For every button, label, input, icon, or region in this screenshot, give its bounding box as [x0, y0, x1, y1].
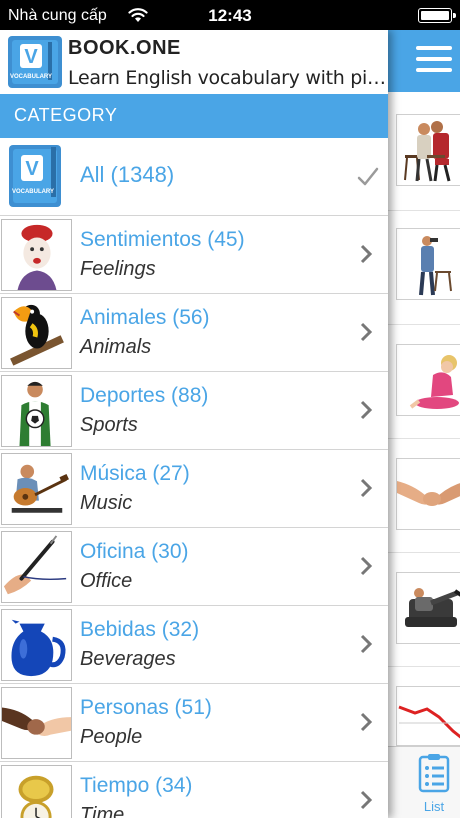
- chevron-right-icon: [360, 634, 373, 654]
- category-row-people[interactable]: Personas (51) People: [0, 684, 388, 762]
- category-subtitle: Music: [80, 492, 133, 514]
- category-subtitle: Time: [80, 804, 125, 818]
- chevron-right-icon: [360, 790, 373, 810]
- word-image-man-relaxing[interactable]: [396, 572, 460, 644]
- feelings-thumbnail: [1, 219, 72, 291]
- chevron-right-icon: [360, 478, 373, 498]
- battery-icon: [418, 8, 456, 23]
- status-time: 12:43: [208, 6, 252, 25]
- category-subtitle: Animals: [80, 336, 152, 358]
- people-thumbnail: [1, 687, 72, 759]
- app-name: BOOK.ONE: [68, 37, 181, 59]
- category-row-feelings[interactable]: Sentimientos (45) Feelings: [0, 216, 388, 294]
- chevron-right-icon: [360, 712, 373, 732]
- category-title: Oficina (30): [80, 540, 189, 563]
- row-divider: [388, 324, 460, 325]
- category-title: Animales (56): [80, 306, 210, 329]
- word-image-man-binoculars[interactable]: [396, 228, 460, 300]
- category-subtitle: Feelings: [80, 258, 156, 280]
- chevron-right-icon: [360, 556, 373, 576]
- time-thumbnail: [1, 765, 72, 818]
- music-thumbnail: [1, 453, 72, 525]
- category-header-label: CATEGORY: [14, 105, 118, 125]
- category-subtitle: Office: [80, 570, 133, 592]
- svg-text:V: V: [25, 158, 39, 180]
- app-header: V VOCABULARY BOOK.ONE Learn English voca…: [0, 30, 388, 94]
- sports-thumbnail: [1, 375, 72, 447]
- hamburger-menu-icon[interactable]: [416, 46, 452, 74]
- svg-text:V: V: [24, 46, 38, 68]
- category-subtitle: Sports: [80, 414, 138, 436]
- category-title: Sentimientos (45): [80, 228, 245, 251]
- chevron-right-icon: [360, 322, 373, 342]
- svg-text:VOCABULARY: VOCABULARY: [10, 74, 52, 80]
- office-thumbnail: [1, 531, 72, 603]
- word-image-chart[interactable]: [396, 686, 460, 746]
- main-panel: List: [388, 30, 460, 818]
- category-all-label: All (1348): [80, 162, 175, 187]
- category-row-office[interactable]: Oficina (30) Office: [0, 528, 388, 606]
- category-title: Deportes (88): [80, 384, 209, 407]
- tab-list-label[interactable]: List: [412, 799, 456, 814]
- app-logo-icon: V VOCABULARY: [8, 36, 62, 88]
- category-subtitle: Beverages: [80, 648, 176, 670]
- category-row-beverages[interactable]: Bebidas (32) Beverages: [0, 606, 388, 684]
- category-row-animals[interactable]: Animales (56) Animals: [0, 294, 388, 372]
- category-title: Música (27): [80, 462, 190, 485]
- all-vocabulary-icon: V VOCABULARY: [9, 143, 67, 209]
- beverages-thumbnail: [1, 609, 72, 681]
- row-divider: [388, 210, 460, 211]
- svg-text:VOCABULARY: VOCABULARY: [12, 189, 54, 195]
- status-bar: Nhà cung cấp 12:43: [0, 0, 460, 30]
- chevron-right-icon: [360, 400, 373, 420]
- category-row-music[interactable]: Música (27) Music: [0, 450, 388, 528]
- row-divider: [388, 438, 460, 439]
- list-icon[interactable]: [418, 753, 450, 793]
- row-divider: [388, 666, 460, 667]
- category-subtitle: People: [80, 726, 143, 748]
- category-row-time[interactable]: Tiempo (34) Time: [0, 762, 388, 818]
- app-tagline: Learn English vocabulary with pic...: [68, 67, 386, 89]
- category-drawer: V VOCABULARY BOOK.ONE Learn English voca…: [0, 30, 388, 818]
- animals-thumbnail: [1, 297, 72, 369]
- category-title: Tiempo (34): [80, 774, 193, 797]
- category-row-all[interactable]: V VOCABULARY All (1348): [0, 138, 388, 216]
- checkmark-icon: [357, 167, 379, 186]
- category-row-sports[interactable]: Deportes (88) Sports: [0, 372, 388, 450]
- category-title: Bebidas (32): [80, 618, 200, 641]
- category-header-bar: CATEGORY: [0, 94, 388, 138]
- word-image-girl-sitting[interactable]: [396, 344, 460, 416]
- tab-bar: List: [388, 746, 460, 818]
- category-title: Personas (51): [80, 696, 212, 719]
- row-divider: [388, 552, 460, 553]
- word-image-holding-hands[interactable]: [396, 458, 460, 530]
- word-image-couple-kiss[interactable]: [396, 114, 460, 186]
- chevron-right-icon: [360, 244, 373, 264]
- main-header: [388, 30, 460, 92]
